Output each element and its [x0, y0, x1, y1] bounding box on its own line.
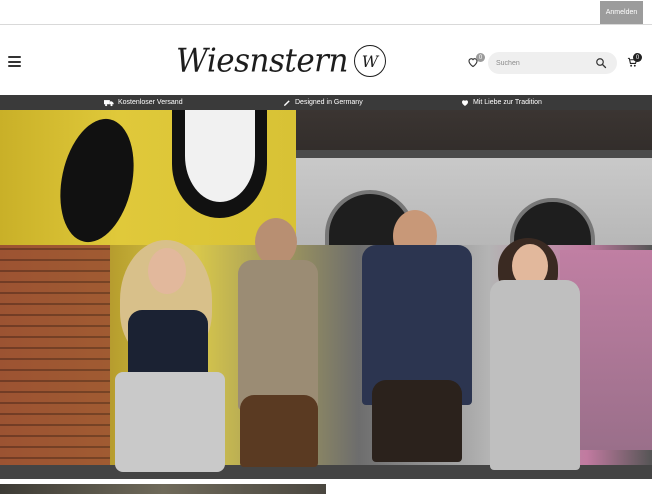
- usp-label: Designed in Germany: [295, 99, 363, 106]
- login-button[interactable]: Anmelden: [600, 1, 643, 24]
- truck-icon: [104, 99, 114, 106]
- menu-icon[interactable]: [8, 56, 21, 67]
- wishlist-count-badge: 0: [476, 53, 485, 62]
- next-section-preview: [0, 479, 660, 494]
- top-bar: Anmelden: [0, 0, 652, 25]
- category-image[interactable]: [0, 484, 326, 494]
- usp-design: Designed in Germany: [283, 95, 363, 110]
- brand-logo[interactable]: Wiesnstern W: [176, 38, 386, 84]
- usp-label: Mit Liebe zur Tradition: [473, 99, 542, 106]
- logo-text: Wiesnstern: [176, 42, 348, 80]
- usp-bar: Kostenloser Versand Designed in Germany …: [0, 95, 652, 110]
- usp-tradition: Mit Liebe zur Tradition: [461, 95, 542, 110]
- usp-label: Kostenloser Versand: [118, 99, 183, 106]
- search-bar: [488, 52, 617, 74]
- site-header: Wiesnstern W 0 0: [0, 25, 652, 95]
- pen-icon: [284, 99, 290, 106]
- cart-count-badge: 0: [633, 53, 642, 62]
- hero-banner-image[interactable]: [0, 110, 652, 479]
- heart-icon: [461, 99, 469, 106]
- search-icon[interactable]: [595, 57, 607, 69]
- usp-shipping: Kostenloser Versand: [104, 95, 183, 110]
- logo-monogram: W: [353, 45, 386, 77]
- search-input[interactable]: [496, 56, 591, 70]
